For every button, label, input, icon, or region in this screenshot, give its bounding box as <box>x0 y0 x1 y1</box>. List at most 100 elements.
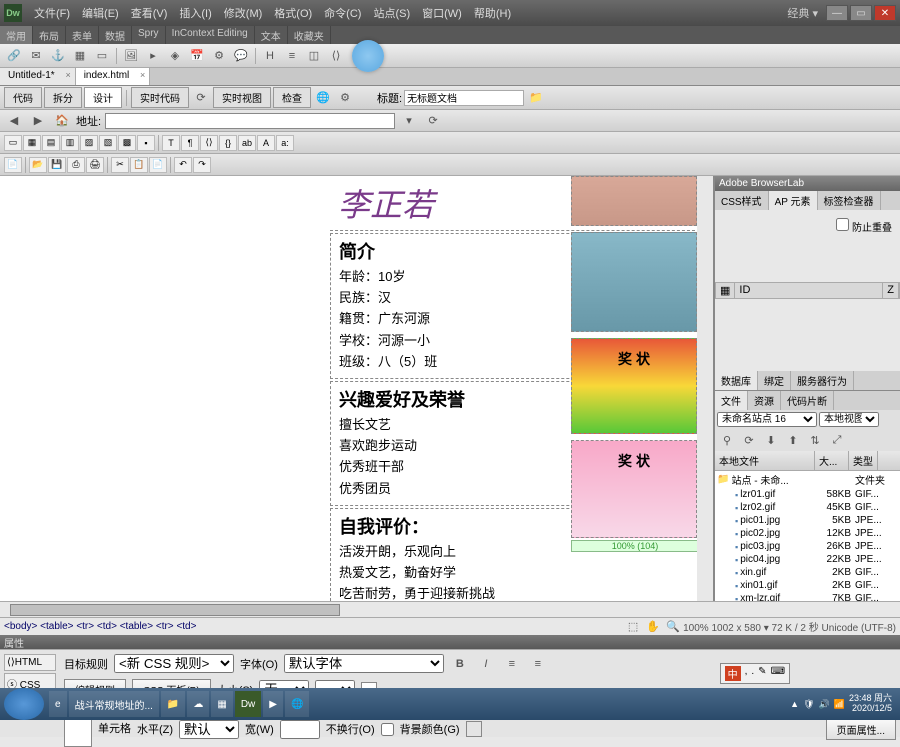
file-row[interactable]: ▪ xm-lzr.gif7KBGIF... <box>715 592 900 601</box>
file-tree[interactable]: 📁站点 - 未命...文件夹 ▪ lzr01.gif58KBGIF...▪ lz… <box>715 471 900 601</box>
tray-icon[interactable]: ▲ <box>790 699 799 709</box>
menu-file[interactable]: 文件(F) <box>30 3 74 23</box>
minimize-button[interactable]: — <box>826 5 848 21</box>
zoom-tool-icon[interactable]: 🔍 <box>663 618 683 636</box>
open-icon[interactable]: 📂 <box>29 157 47 173</box>
bold-icon[interactable]: B <box>450 655 470 673</box>
refresh-icon[interactable]: ⟳ <box>191 89 211 107</box>
system-tray[interactable]: ▲ 🛡 🔊 📶 23:48 周六 2020/12/5 <box>790 694 900 714</box>
menu-window[interactable]: 窗口(W) <box>418 3 466 23</box>
col-type[interactable]: 类型 <box>849 451 878 470</box>
nowrap-checkbox[interactable] <box>381 723 394 736</box>
live-view-button[interactable]: 实时视图 <box>213 87 271 108</box>
reload-icon[interactable]: ⟳ <box>423 112 443 130</box>
media-icon[interactable]: ▸ <box>143 47 163 65</box>
text-btn[interactable]: ab <box>238 135 256 151</box>
browser-icon[interactable]: 🌐 <box>313 89 333 107</box>
tab-css[interactable]: CSS样式 <box>715 191 769 210</box>
task-browser[interactable]: 🌐 <box>285 691 309 717</box>
hyperlink-icon[interactable]: 🔗 <box>4 47 24 65</box>
go-icon[interactable]: ▾ <box>399 112 419 130</box>
vertical-scrollbar[interactable] <box>697 176 713 601</box>
select-tool-icon[interactable]: ⬚ <box>623 618 643 636</box>
date-icon[interactable]: 📅 <box>187 47 207 65</box>
text-btn[interactable]: a: <box>276 135 294 151</box>
file-row[interactable]: ▪ xin01.gif2KBGIF... <box>715 579 900 592</box>
connect-icon[interactable]: ⚲ <box>717 431 737 449</box>
text-btn[interactable]: ¶ <box>181 135 199 151</box>
address-input[interactable] <box>105 113 395 129</box>
align-left-icon[interactable]: ≡ <box>502 655 522 673</box>
align-center-icon[interactable]: ≡ <box>528 655 548 673</box>
template-icon[interactable]: ◫ <box>304 47 324 65</box>
col-name[interactable]: 本地文件 <box>715 451 815 470</box>
expand-icon[interactable]: ⤢ <box>827 431 847 449</box>
std-btn[interactable]: ▤ <box>42 135 60 151</box>
text-btn[interactable]: T <box>162 135 180 151</box>
site-dropdown[interactable]: 未命名站点 16 <box>717 412 817 427</box>
view-dropdown[interactable]: 本地视图 <box>819 412 879 427</box>
table-icon[interactable]: ▦ <box>70 47 90 65</box>
photo-2[interactable] <box>571 232 697 332</box>
home-icon[interactable]: 🏠 <box>52 112 72 130</box>
tray-icon[interactable]: 🛡 <box>803 699 814 710</box>
font-select[interactable]: 默认字体 <box>284 654 444 673</box>
tray-icon[interactable]: 🔊 <box>819 699 830 710</box>
doc-tab-index[interactable]: index.html× <box>76 68 151 85</box>
workspace-switcher[interactable]: 经典 ▾ <box>787 5 818 21</box>
task-pp[interactable]: ▶ <box>263 691 283 717</box>
html-mode-button[interactable]: ⟨⟩HTML <box>4 654 56 671</box>
std-btn[interactable]: ▪ <box>137 135 155 151</box>
print-icon[interactable]: 🖨 <box>86 157 104 173</box>
text-btn[interactable]: A <box>257 135 275 151</box>
cat-data[interactable]: 数据 <box>99 26 132 44</box>
tab-bind[interactable]: 绑定 <box>758 371 791 390</box>
image-icon[interactable]: 🖼 <box>121 47 141 65</box>
menu-commands[interactable]: 命令(C) <box>320 3 365 23</box>
head-icon[interactable]: H <box>260 47 280 65</box>
cut-icon[interactable]: ✂ <box>111 157 129 173</box>
saveall-icon[interactable]: ⎙ <box>67 157 85 173</box>
start-button[interactable] <box>4 688 44 720</box>
design-view[interactable]: 李正若 简介 年龄：10岁 民族：汉 籍贯：广东河源 学校：河源一小 班级：八（… <box>0 176 715 601</box>
file-row[interactable]: ▪ pic04.jpg22KBJPE... <box>715 553 900 566</box>
target-rule-select[interactable]: <新 CSS 规则> <box>114 654 234 673</box>
task-cloud[interactable]: ☁ <box>187 691 209 717</box>
task-app[interactable]: 战斗常规地址的... <box>69 691 159 717</box>
undo-icon[interactable]: ↶ <box>174 157 192 173</box>
close-icon[interactable]: × <box>140 70 145 80</box>
get-icon[interactable]: ⬇ <box>761 431 781 449</box>
cat-fav[interactable]: 收藏夹 <box>288 26 331 44</box>
tab-assets[interactable]: 资源 <box>748 391 781 410</box>
anchor-icon[interactable]: ⚓ <box>48 47 68 65</box>
menu-edit[interactable]: 编辑(E) <box>78 3 123 23</box>
back-icon[interactable]: ◀ <box>4 112 24 130</box>
inspect-button[interactable]: 检查 <box>273 87 311 108</box>
cat-spry[interactable]: Spry <box>132 26 166 44</box>
close-button[interactable]: ✕ <box>874 5 896 21</box>
comment-icon[interactable]: 💬 <box>231 47 251 65</box>
photo-1[interactable] <box>571 176 697 226</box>
split-view-button[interactable]: 拆分 <box>44 87 82 108</box>
std-btn[interactable]: ▨ <box>80 135 98 151</box>
menu-modify[interactable]: 修改(M) <box>220 3 267 23</box>
prevent-overlap-checkbox[interactable]: 防止重叠 <box>836 218 892 234</box>
certificate-2[interactable]: 奖 状 <box>571 440 697 538</box>
put-icon[interactable]: ⬆ <box>783 431 803 449</box>
paste-icon[interactable]: 📄 <box>149 157 167 173</box>
task-grid[interactable]: ▦ <box>211 691 232 717</box>
col-size[interactable]: 大... <box>815 451 849 470</box>
file-mgmt-icon[interactable]: 📁 <box>526 89 546 107</box>
page-props-button[interactable]: 页面属性... <box>826 719 896 740</box>
certificate-1[interactable]: 奖 状 <box>571 338 697 434</box>
cat-text[interactable]: 文本 <box>255 26 288 44</box>
italic-icon[interactable]: I <box>476 655 496 673</box>
browserlab-panel-title[interactable]: Adobe BrowserLab <box>715 176 900 191</box>
clock[interactable]: 23:48 周六 2020/12/5 <box>849 694 892 714</box>
horizontal-scrollbar[interactable] <box>0 601 900 617</box>
menu-help[interactable]: 帮助(H) <box>470 3 515 23</box>
options-icon[interactable]: ⚙ <box>335 89 355 107</box>
tab-server[interactable]: 服务器行为 <box>791 371 854 390</box>
sync-icon[interactable]: ⇅ <box>805 431 825 449</box>
tag-icon[interactable]: ⟨⟩ <box>326 47 346 65</box>
